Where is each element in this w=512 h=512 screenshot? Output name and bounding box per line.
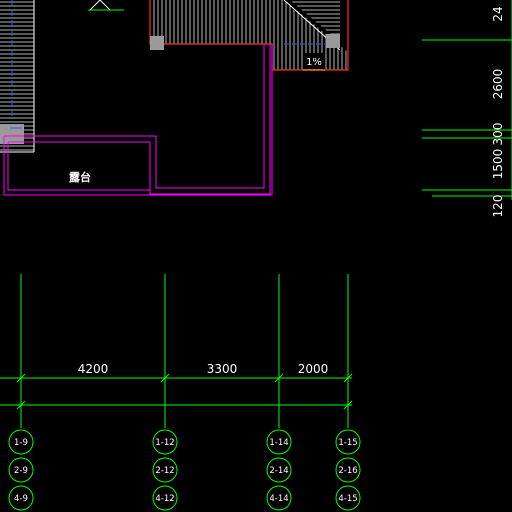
svg-text:4-12: 4-12 xyxy=(155,494,174,504)
vertical-dim-label: 120 xyxy=(491,195,505,218)
axis-bubble: 4-9 xyxy=(8,485,34,511)
axis-bubble: 2-16 xyxy=(335,457,361,483)
axis-bubble-column: 1-14 2-14 4-14 xyxy=(266,429,292,511)
svg-text:1-14: 1-14 xyxy=(269,438,288,448)
vertical-dim-label: 300 xyxy=(491,123,505,146)
horizontal-dimension-chain xyxy=(0,373,353,410)
left-roof-strip xyxy=(0,0,35,153)
axis-bubble: 2-12 xyxy=(152,457,178,483)
svg-text:1-12: 1-12 xyxy=(155,438,174,448)
horizontal-dim-label: 2000 xyxy=(298,362,329,376)
room-label-terrace: 露台 xyxy=(69,170,91,184)
vertical-dim-label: 1500 xyxy=(491,149,505,180)
axis-bubble: 4-14 xyxy=(266,485,292,511)
svg-text:4-9: 4-9 xyxy=(14,494,28,504)
horizontal-dim-label: 4200 xyxy=(78,362,109,376)
axis-bubble: 1-9 xyxy=(8,429,34,455)
marker-triangle xyxy=(88,0,124,11)
svg-text:4-15: 4-15 xyxy=(338,494,357,504)
svg-text:2-14: 2-14 xyxy=(269,466,288,476)
svg-text:2-9: 2-9 xyxy=(14,466,28,476)
axis-bubble: 1-15 xyxy=(335,429,361,455)
slope-label: 1% xyxy=(306,57,322,68)
svg-text:4-14: 4-14 xyxy=(269,494,288,504)
svg-text:2-16: 2-16 xyxy=(338,466,357,476)
axis-bubble: 2-9 xyxy=(8,457,34,483)
horizontal-dim-label: 3300 xyxy=(207,362,238,376)
terrace-parapet xyxy=(3,44,273,196)
cad-drawing-canvas: 1% 露台 24 2600 300 1500 120 4200 3300 200… xyxy=(0,0,512,511)
vertical-dim-label: 2600 xyxy=(491,69,505,100)
svg-text:1-15: 1-15 xyxy=(338,438,357,448)
roof-drain xyxy=(150,36,164,50)
axis-bubble: 1-14 xyxy=(266,429,292,455)
axis-bubble-column: 1-12 2-12 4-12 xyxy=(152,429,178,511)
roof-drain xyxy=(326,34,340,48)
vertical-dimension-chain: 24 2600 300 1500 120 xyxy=(422,0,512,217)
axis-bubble-column: 1-15 2-16 4-15 xyxy=(335,429,361,511)
axis-bubble: 4-15 xyxy=(335,485,361,511)
svg-text:2-12: 2-12 xyxy=(155,466,174,476)
vertical-dim-label: 24 xyxy=(491,6,505,21)
axis-bubble-column: 1-9 2-9 4-9 xyxy=(8,429,34,511)
axis-bubble: 2-14 xyxy=(266,457,292,483)
axis-bubble: 4-12 xyxy=(152,485,178,511)
main-roof-area: 1% xyxy=(149,0,349,71)
svg-text:1-9: 1-9 xyxy=(14,438,28,448)
axis-bubble: 1-12 xyxy=(152,429,178,455)
